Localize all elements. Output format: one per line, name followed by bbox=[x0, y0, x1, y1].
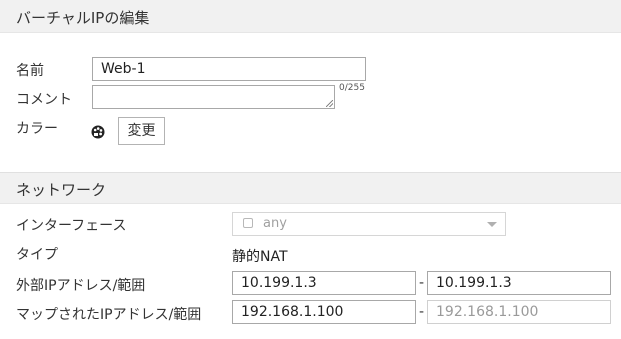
checkbox-icon bbox=[243, 218, 253, 228]
chevron-down-icon bbox=[487, 222, 497, 227]
mapped-ip-end-input bbox=[427, 300, 611, 324]
interface-select-value: any bbox=[263, 216, 287, 231]
interface-label: インターフェース bbox=[16, 218, 127, 234]
external-ip-label: 外部IPアドレス/範囲 bbox=[16, 278, 146, 294]
external-ip-end-input[interactable] bbox=[427, 271, 611, 295]
range-separator: - bbox=[419, 275, 425, 291]
edit-virtual-ip-page: バーチャルIPの編集 名前 コメント 0/255 カラー 変更 ネットワーク イ… bbox=[0, 0, 621, 339]
comment-char-counter: 0/255 bbox=[339, 83, 365, 93]
network-section-header: ネットワーク bbox=[0, 172, 621, 204]
external-ip-start-input[interactable] bbox=[232, 271, 416, 295]
page-title: バーチャルIPの編集 bbox=[16, 9, 150, 27]
color-label: カラー bbox=[16, 121, 58, 137]
change-color-button[interactable]: 変更 bbox=[118, 117, 165, 145]
range-separator: - bbox=[419, 304, 425, 320]
resize-grip-icon[interactable] bbox=[326, 100, 333, 107]
mapped-ip-start-input[interactable] bbox=[232, 300, 416, 324]
name-label: 名前 bbox=[16, 63, 44, 79]
comment-label: コメント bbox=[16, 92, 72, 108]
network-section-title: ネットワーク bbox=[16, 181, 107, 199]
page-header: バーチャルIPの編集 bbox=[0, 0, 621, 33]
palette-icon bbox=[91, 125, 105, 139]
type-label: タイプ bbox=[16, 247, 58, 263]
mapped-ip-label: マップされたIPアドレス/範囲 bbox=[16, 307, 202, 323]
type-value: 静的NAT bbox=[232, 249, 288, 265]
comment-textarea[interactable] bbox=[92, 85, 335, 109]
interface-select[interactable]: any bbox=[232, 212, 506, 236]
name-input[interactable] bbox=[92, 57, 366, 81]
